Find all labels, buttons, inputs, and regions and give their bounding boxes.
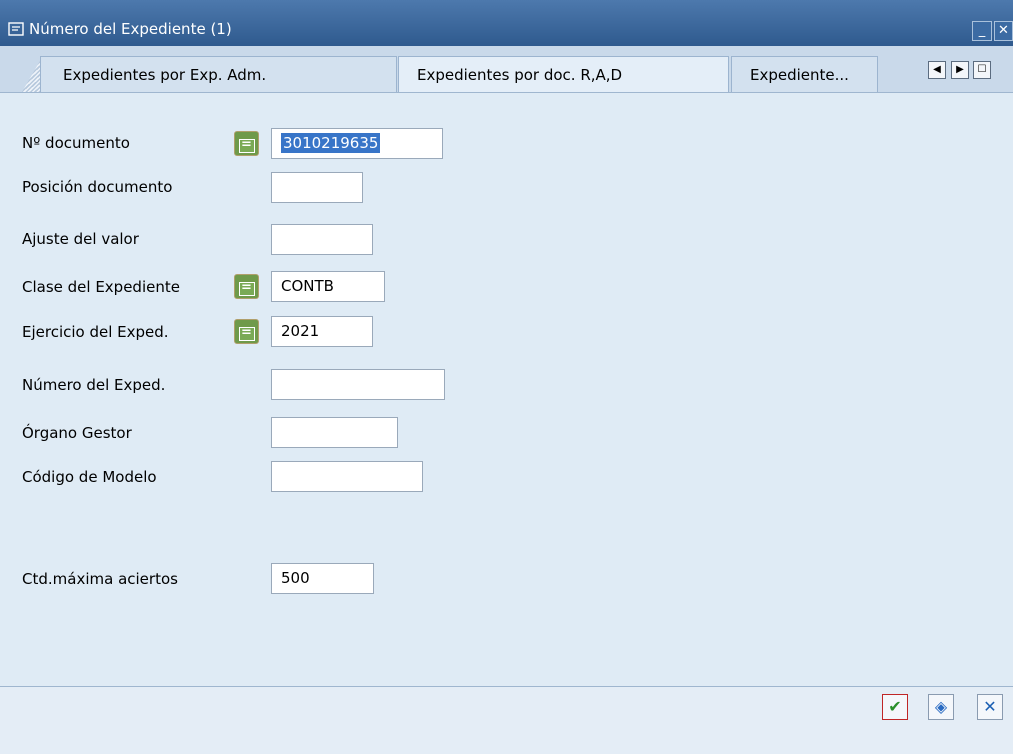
doc-position-label: Posición documento: [22, 178, 173, 196]
multiple-selection-button[interactable]: ◈: [928, 694, 954, 720]
model-code-label: Código de Modelo: [22, 468, 157, 486]
tab-scroll-left-icon[interactable]: ◀: [928, 61, 946, 79]
tab-scroll-right-icon[interactable]: ▶: [951, 61, 969, 79]
cancel-icon: ✕: [983, 697, 997, 716]
exp-class-label: Clase del Expediente: [22, 278, 180, 296]
doc-number-value: 3010219635: [281, 133, 381, 153]
managing-body-label: Órgano Gestor: [22, 424, 132, 442]
minimize-button[interactable]: _: [972, 21, 992, 41]
tab-strip: Expedientes por Exp. Adm. Expedientes po…: [0, 46, 1013, 93]
doc-number-option-button[interactable]: =: [234, 131, 259, 156]
exp-number-label: Número del Exped.: [22, 376, 166, 394]
managing-body-field[interactable]: [271, 417, 398, 448]
tab-expediente[interactable]: Expediente...: [731, 56, 878, 92]
checkmark-icon: ✔: [888, 697, 902, 716]
doc-position-field[interactable]: [271, 172, 363, 203]
max-hits-field[interactable]: 500: [271, 563, 374, 594]
equals-icon: =: [238, 281, 255, 296]
tab-exp-adm[interactable]: Expedientes por Exp. Adm.: [40, 56, 397, 92]
model-code-field[interactable]: [271, 461, 423, 492]
exp-class-option-button[interactable]: =: [234, 274, 259, 299]
equals-icon: =: [238, 138, 255, 153]
exp-year-option-button[interactable]: =: [234, 319, 259, 344]
max-hits-label: Ctd.máxima aciertos: [22, 570, 178, 588]
exp-number-field[interactable]: [271, 369, 445, 400]
value-adjust-field[interactable]: [271, 224, 373, 255]
doc-number-field[interactable]: 3010219635: [271, 128, 443, 159]
exp-class-field[interactable]: CONTB: [271, 271, 385, 302]
window-title: Número del Expediente (1): [29, 20, 232, 38]
dialog-footer: [0, 687, 1013, 754]
close-window-button[interactable]: ✕: [994, 21, 1013, 41]
exp-year-label: Ejercicio del Exped.: [22, 323, 169, 341]
tab-doc-rad[interactable]: Expedientes por doc. R,A,D: [398, 56, 729, 92]
window-doc-icon: [8, 22, 24, 36]
equals-icon: =: [238, 326, 255, 341]
exp-year-field[interactable]: 2021: [271, 316, 373, 347]
confirm-button[interactable]: ✔: [882, 694, 908, 720]
title-bar: Número del Expediente (1) _ ✕: [0, 0, 1013, 46]
multiple-selection-icon: ◈: [934, 697, 948, 716]
doc-number-label: Nº documento: [22, 134, 130, 152]
value-adjust-label: Ajuste del valor: [22, 230, 139, 248]
cancel-button[interactable]: ✕: [977, 694, 1003, 720]
tab-list-icon[interactable]: ☐: [973, 61, 991, 79]
